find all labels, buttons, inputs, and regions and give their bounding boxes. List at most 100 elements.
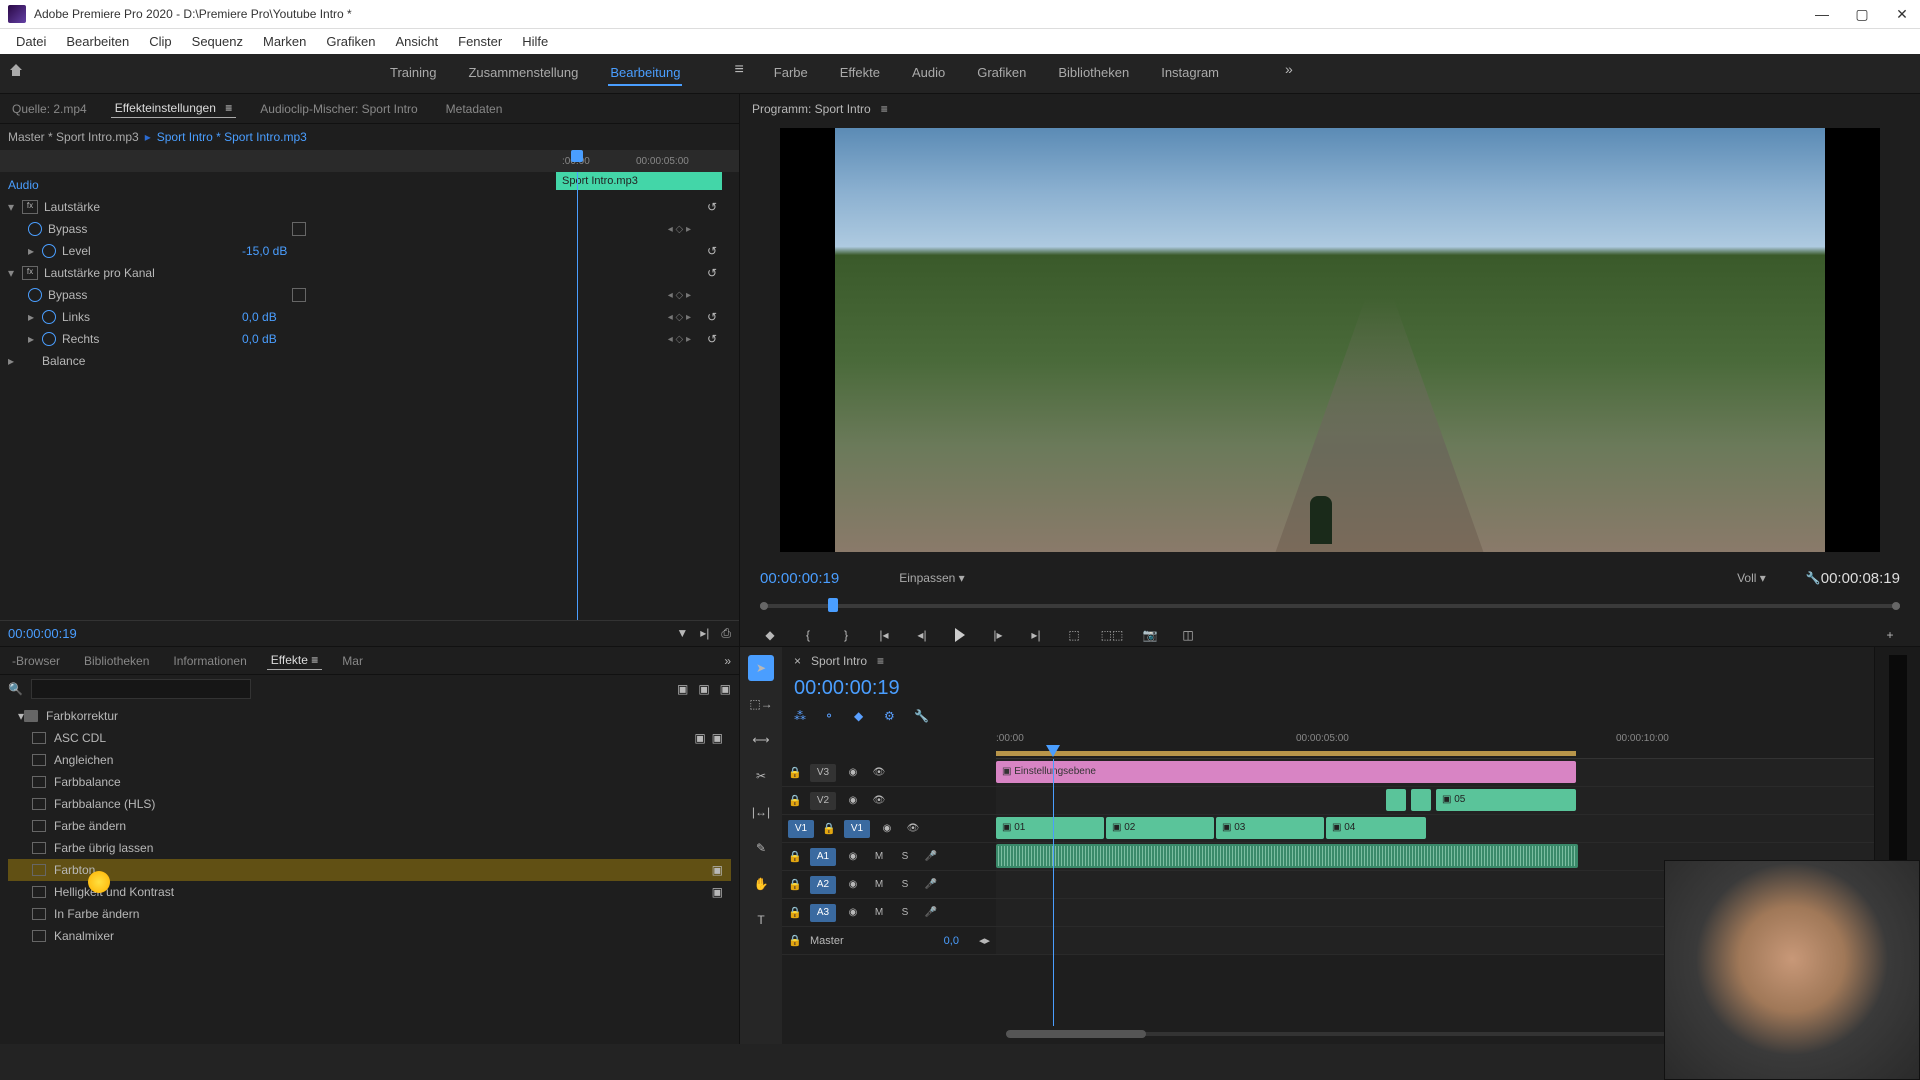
- track-header-v1[interactable]: V1🔒V1◉👁: [782, 815, 996, 843]
- clip-05[interactable]: ▣ 05: [1436, 789, 1576, 811]
- step-back-icon[interactable]: ◂|: [912, 625, 932, 645]
- home-icon[interactable]: [8, 62, 32, 86]
- lift-icon[interactable]: ⬚: [1064, 625, 1084, 645]
- ec-mini-timeline[interactable]: :00:00 00:00:05:00: [0, 150, 739, 172]
- workspace-bearbeitung[interactable]: Bearbeitung: [608, 61, 682, 86]
- stopwatch-icon[interactable]: [42, 310, 56, 324]
- tab-marker[interactable]: Mar: [338, 652, 367, 670]
- snap-icon[interactable]: ⁂: [794, 709, 810, 725]
- program-time-current[interactable]: 00:00:00:19: [760, 570, 839, 587]
- workspace-overflow-icon[interactable]: »: [1285, 61, 1293, 86]
- collapse-icon[interactable]: ▾: [8, 266, 22, 280]
- razor-tool[interactable]: ✂: [748, 763, 774, 789]
- clip-01[interactable]: ▣ 01: [996, 817, 1104, 839]
- workspace-instagram[interactable]: Instagram: [1159, 61, 1221, 86]
- type-tool[interactable]: T: [748, 907, 774, 933]
- effect-item[interactable]: Farbe ändern: [8, 815, 731, 837]
- add-button-icon[interactable]: +: [1880, 625, 1900, 645]
- extract-icon[interactable]: ⬚⬚: [1102, 625, 1122, 645]
- collapse-icon[interactable]: ▾: [8, 200, 22, 214]
- reset-icon[interactable]: ↺: [707, 310, 723, 324]
- effect-item-selected[interactable]: Farbton▣: [8, 859, 731, 881]
- effect-item[interactable]: Helligkeit und Kontrast▣: [8, 881, 731, 903]
- reset-icon[interactable]: ↺: [707, 266, 723, 280]
- track-header-a2[interactable]: 🔒A2◉MS🎤: [782, 871, 996, 899]
- filter-icon[interactable]: ▼: [676, 626, 688, 641]
- close-seq-icon[interactable]: ×: [794, 654, 801, 668]
- stopwatch-icon[interactable]: [28, 222, 42, 236]
- bypass-checkbox[interactable]: [292, 222, 306, 236]
- workspace-zusammenstellung[interactable]: Zusammenstellung: [466, 61, 580, 86]
- program-video[interactable]: [780, 128, 1880, 552]
- linked-selection-icon[interactable]: ⚬: [824, 709, 840, 725]
- export-frame-icon[interactable]: ⎙: [721, 626, 731, 641]
- mark-in-icon[interactable]: {: [798, 625, 818, 645]
- track-header-a3[interactable]: 🔒A3◉MS🎤: [782, 899, 996, 927]
- effect-item[interactable]: ASC CDL▣▣: [8, 727, 731, 749]
- workspace-effekte[interactable]: Effekte: [838, 61, 882, 86]
- close-button[interactable]: ✕: [1892, 6, 1912, 23]
- timeline-timecode[interactable]: 00:00:00:19: [782, 675, 1874, 705]
- menu-marken[interactable]: Marken: [253, 34, 316, 49]
- expand-icon[interactable]: ▸: [28, 310, 42, 324]
- effect-item[interactable]: In Farbe ändern: [8, 903, 731, 925]
- maximize-button[interactable]: ▢: [1852, 6, 1872, 23]
- workspace-farbe[interactable]: Farbe: [772, 61, 810, 86]
- clip[interactable]: [1386, 789, 1406, 811]
- tab-effect-controls[interactable]: Effekteinstellungen ≡: [111, 99, 237, 118]
- play-toggle-icon[interactable]: ▸|: [700, 626, 709, 641]
- effect-item[interactable]: Farbe übrig lassen: [8, 837, 731, 859]
- sequence-name[interactable]: Sport Intro: [811, 654, 867, 668]
- export-frame-icon[interactable]: 📷: [1140, 625, 1160, 645]
- ec-rechts-value[interactable]: 0,0 dB: [242, 332, 322, 346]
- tab-bibliotheken[interactable]: Bibliotheken: [80, 652, 153, 670]
- clip-04[interactable]: ▣ 04: [1326, 817, 1426, 839]
- fx-badge[interactable]: fx: [22, 266, 38, 280]
- add-marker-icon[interactable]: ◆: [760, 625, 780, 645]
- bypass-checkbox[interactable]: [292, 288, 306, 302]
- effect-item[interactable]: Farbbalance: [8, 771, 731, 793]
- tab-source[interactable]: Quelle: 2.mp4: [8, 100, 91, 118]
- wrench-icon[interactable]: 🔧: [914, 709, 930, 725]
- panel-menu-icon[interactable]: ≡: [311, 653, 318, 667]
- slip-tool[interactable]: |↔|: [748, 799, 774, 825]
- expand-icon[interactable]: ▸: [28, 332, 42, 346]
- tab-media-browser[interactable]: -Browser: [8, 652, 64, 670]
- program-quality-dropdown[interactable]: Voll ▾: [1737, 571, 1766, 585]
- clip-02[interactable]: ▣ 02: [1106, 817, 1214, 839]
- stopwatch-icon[interactable]: [42, 332, 56, 346]
- ec-playhead[interactable]: [571, 150, 583, 162]
- go-to-out-icon[interactable]: ▸|: [1026, 625, 1046, 645]
- track-header-master[interactable]: 🔒Master0,0◂▸: [782, 927, 996, 955]
- expand-icon[interactable]: ▸: [28, 244, 42, 258]
- panel-menu-icon[interactable]: ≡: [881, 102, 888, 116]
- settings-icon[interactable]: ⚙: [884, 709, 900, 725]
- keyframe-nav[interactable]: ◂ ◇ ▸: [668, 224, 691, 235]
- menu-clip[interactable]: Clip: [139, 34, 181, 49]
- expand-icon[interactable]: ▸: [8, 354, 22, 368]
- play-button[interactable]: [950, 625, 970, 645]
- overflow-icon[interactable]: »: [724, 654, 731, 668]
- panel-menu-icon[interactable]: ≡: [225, 101, 232, 115]
- keyframe-nav[interactable]: ◂ ◇ ▸: [668, 290, 691, 301]
- wrench-icon[interactable]: 🔧: [1806, 571, 1821, 585]
- hand-tool[interactable]: ✋: [748, 871, 774, 897]
- workspace-grafiken[interactable]: Grafiken: [975, 61, 1028, 86]
- effects-category[interactable]: ▾Farbkorrektur: [8, 705, 731, 727]
- track-header-v2[interactable]: 🔒V2◉👁: [782, 787, 996, 815]
- program-scrubber[interactable]: [760, 596, 1900, 616]
- ec-clip-label[interactable]: Sport Intro * Sport Intro.mp3: [157, 130, 307, 144]
- ec-links-value[interactable]: 0,0 dB: [242, 310, 322, 324]
- ec-level-value[interactable]: -15,0 dB: [242, 244, 322, 258]
- tab-metadata[interactable]: Metadaten: [442, 100, 507, 118]
- effect-item[interactable]: Angleichen: [8, 749, 731, 771]
- menu-bearbeiten[interactable]: Bearbeiten: [56, 34, 139, 49]
- reset-icon[interactable]: ↺: [707, 200, 723, 214]
- menu-sequenz[interactable]: Sequenz: [182, 34, 253, 49]
- workspace-training[interactable]: Training: [388, 61, 438, 86]
- marker-icon[interactable]: ◆: [854, 709, 870, 725]
- pen-tool[interactable]: ✎: [748, 835, 774, 861]
- track-header-a1[interactable]: 🔒A1◉MS🎤: [782, 843, 996, 871]
- mark-out-icon[interactable]: }: [836, 625, 856, 645]
- effect-item[interactable]: Kanalmixer: [8, 925, 731, 947]
